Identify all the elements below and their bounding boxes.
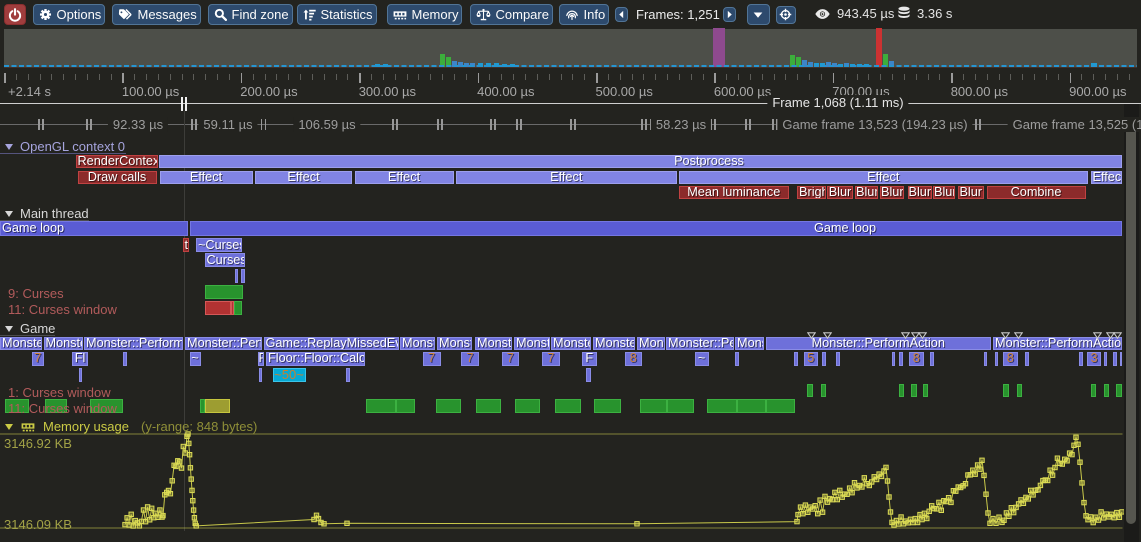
frame-sub-label: 59.11 µs <box>198 117 257 132</box>
lock-label[interactable]: 11: Curses window <box>8 302 117 317</box>
frame-sub-label: Game frame 13,525 (1 <box>1008 117 1141 132</box>
frame-sub-label: 106.59 µs <box>293 117 360 132</box>
memory-plot <box>0 0 1141 542</box>
tracy-profiler-window: OptionsMessagesFind zoneStatisticsMemory… <box>0 0 1141 542</box>
lock-label[interactable]: 1: Curses window <box>8 385 111 400</box>
frame-sub-label: 58.23 µs <box>651 117 711 132</box>
lock-label[interactable]: 9: Curses <box>8 286 64 301</box>
frame-sub-label: 92.33 µs <box>108 117 168 132</box>
frame-sub-label: Game frame 13,523 (194.23 µs) <box>777 117 972 132</box>
frame-main-label: Frame 1,068 (1.11 ms) <box>767 95 908 110</box>
scrollbar-thumb[interactable] <box>1126 125 1137 524</box>
lock-label[interactable]: 11: Curses window <box>8 401 117 416</box>
memory-min-label: 3146.09 KB <box>4 517 72 532</box>
scrollbar-track[interactable] <box>1124 104 1139 542</box>
memory-max-label: 3146.92 KB <box>4 436 72 451</box>
